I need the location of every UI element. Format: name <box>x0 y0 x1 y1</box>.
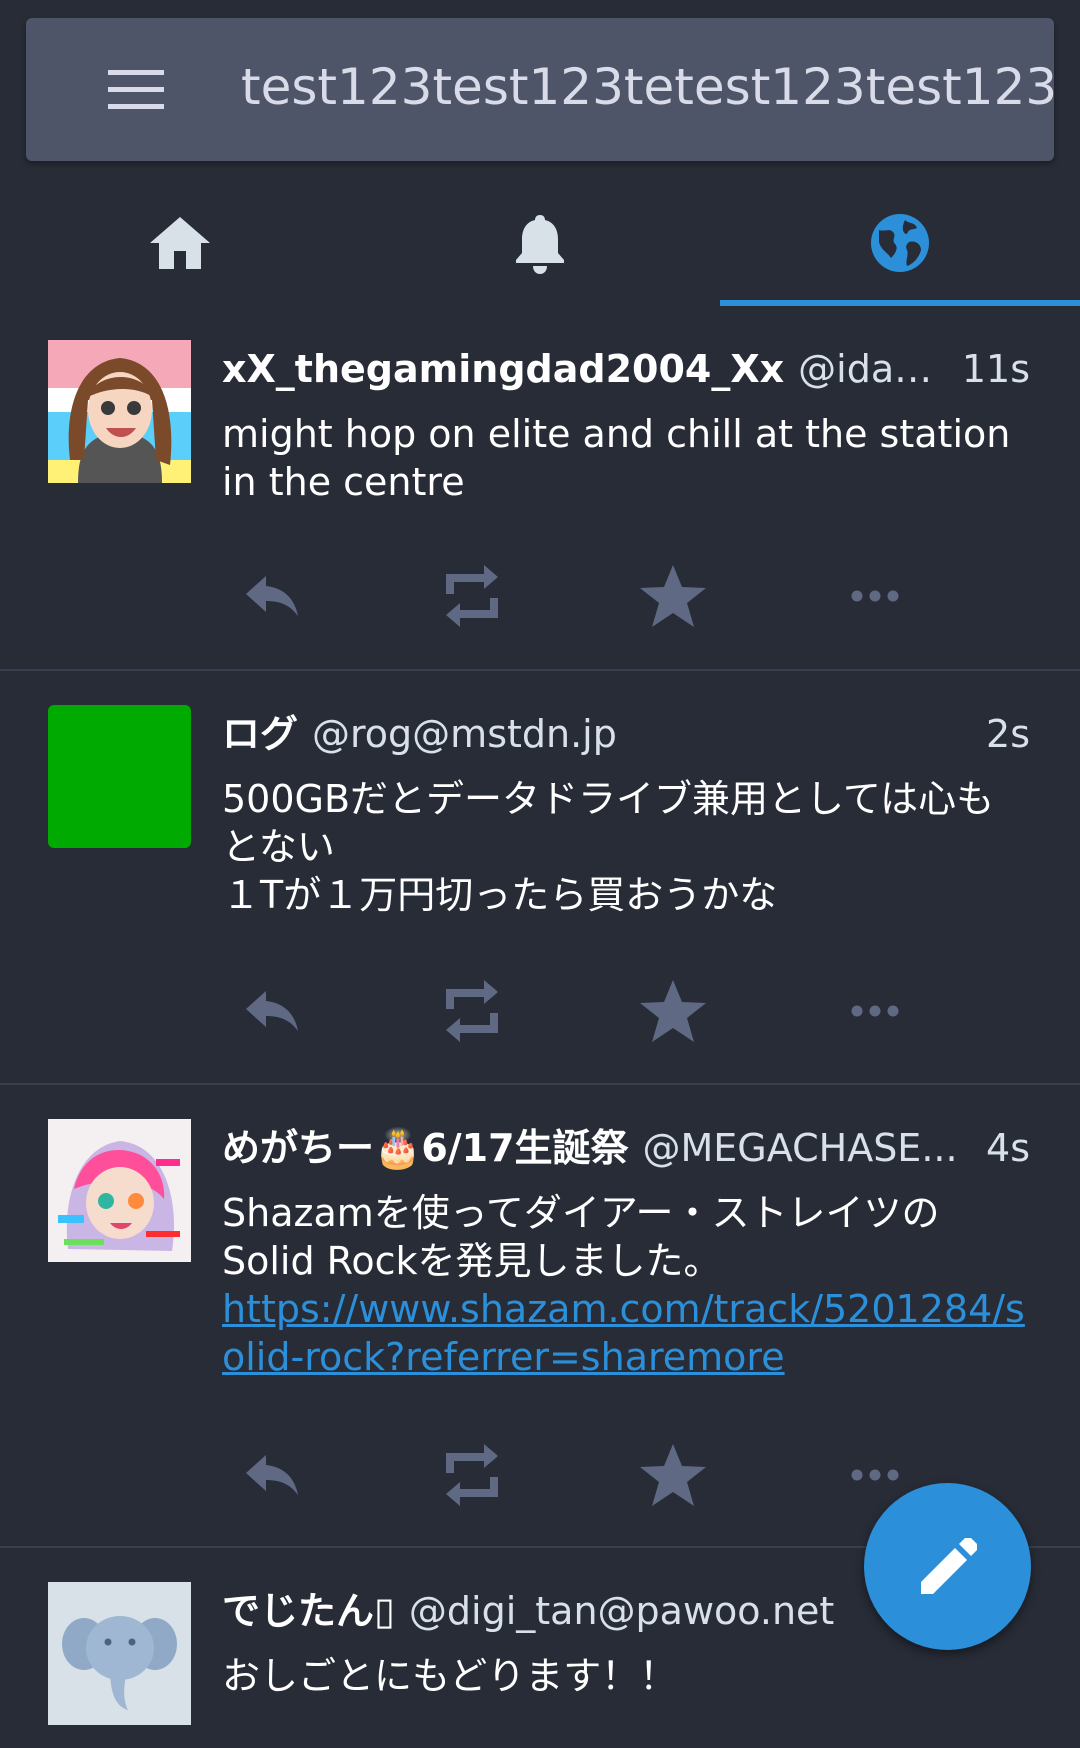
status-header: ログ @rog@mstdn.jp 2s <box>222 709 1030 759</box>
relative-time[interactable]: 2s <box>986 709 1030 759</box>
status-text: might hop on elite and chill at the stat… <box>222 412 1011 504</box>
display-name[interactable]: xX_thegamingdad2004_Xx <box>222 344 784 394</box>
pencil-icon <box>920 1537 977 1594</box>
relative-time[interactable]: 11s <box>962 344 1030 394</box>
compose-button[interactable] <box>864 1483 1031 1650</box>
default-avatar-elephant <box>48 1582 191 1725</box>
avatar[interactable] <box>48 705 191 848</box>
status-item[interactable]: xX_thegamingdad2004_Xx @ida@is.... 11s m… <box>0 306 1080 671</box>
status-item[interactable]: ログ @rog@mstdn.jp 2s 500GBだとデータドライブ兼用としては… <box>0 671 1080 1085</box>
status-item[interactable]: めがちー🎂6/17生誕祭 @MEGACHASE... 4s Shazamを使って… <box>0 1085 1080 1548</box>
avatar[interactable] <box>48 340 191 483</box>
account-handle[interactable]: @rog@mstdn.jp <box>312 709 972 759</box>
tab-bar <box>0 180 1080 306</box>
favourite-button[interactable] <box>623 971 723 1051</box>
status-text: Shazamを使ってダイアー・ストレイツのSolid Rockを発見しました。 <box>222 1191 940 1283</box>
more-button[interactable] <box>825 556 925 636</box>
more-icon <box>851 1469 899 1481</box>
favourite-icon <box>640 565 706 627</box>
avatar[interactable] <box>48 1582 191 1725</box>
menu-button[interactable] <box>76 56 196 124</box>
relative-time[interactable]: 4s <box>986 1123 1030 1173</box>
boost-icon <box>446 1444 498 1506</box>
account-handle[interactable]: @ida@is.... <box>798 344 948 394</box>
hamburger-menu-icon <box>108 70 164 109</box>
reply-icon <box>246 576 298 616</box>
reply-icon <box>246 991 298 1031</box>
status-content: might hop on elite and chill at the stat… <box>222 410 1030 506</box>
avatar[interactable] <box>48 1119 191 1262</box>
status-text: 500GBだとデータドライブ兼用としては心もとない <box>222 777 995 869</box>
reply-button[interactable] <box>222 971 322 1051</box>
more-button[interactable] <box>825 971 925 1051</box>
tab-home[interactable] <box>0 180 360 306</box>
tab-notifications[interactable] <box>360 180 720 306</box>
home-icon <box>150 217 210 269</box>
display-name[interactable]: でじたん▯ <box>222 1586 395 1636</box>
more-icon <box>851 1005 899 1017</box>
account-handle[interactable]: @MEGACHASE... <box>643 1123 973 1173</box>
boost-button[interactable] <box>422 971 522 1051</box>
favourite-icon <box>640 1444 706 1506</box>
favourite-icon <box>640 980 706 1042</box>
status-text: １Tが１万円切ったら買おうかな <box>222 873 778 917</box>
boost-button[interactable] <box>422 556 522 636</box>
status-actions <box>222 556 1022 636</box>
reply-button[interactable] <box>222 556 322 636</box>
status-header: めがちー🎂6/17生誕祭 @MEGACHASE... 4s <box>222 1123 1030 1173</box>
status-header: xX_thegamingdad2004_Xx @ida@is.... 11s <box>222 344 1030 394</box>
boost-icon <box>446 565 498 627</box>
display-name[interactable]: めがちー🎂6/17生誕祭 <box>222 1123 629 1173</box>
status-actions <box>222 971 1022 1051</box>
top-search-bar[interactable]: test123test123tetest123test123te <box>26 18 1054 161</box>
status-content: おしごとにもどります！！ <box>222 1652 1030 1700</box>
account-title[interactable]: test123test123tetest123test123te <box>241 56 1054 118</box>
globe-icon <box>871 214 929 272</box>
reply-icon <box>246 1455 298 1495</box>
more-icon <box>851 590 899 602</box>
reply-button[interactable] <box>222 1435 322 1515</box>
status-content: Shazamを使ってダイアー・ストレイツのSolid Rockを発見しました。 … <box>222 1189 1030 1381</box>
status-content: 500GBだとデータドライブ兼用としては心もとない １Tが１万円切ったら買おうか… <box>222 775 1030 919</box>
status-text: おしごとにもどります！！ <box>222 1654 678 1698</box>
bell-icon <box>516 215 564 274</box>
favourite-button[interactable] <box>623 556 723 636</box>
boost-button[interactable] <box>422 1435 522 1515</box>
favourite-button[interactable] <box>623 1435 723 1515</box>
tab-federated-timeline[interactable] <box>720 180 1080 306</box>
status-link[interactable]: https://www.shazam.com/track/5201284/sol… <box>222 1287 1025 1379</box>
boost-icon <box>446 980 498 1042</box>
display-name[interactable]: ログ <box>222 709 298 759</box>
